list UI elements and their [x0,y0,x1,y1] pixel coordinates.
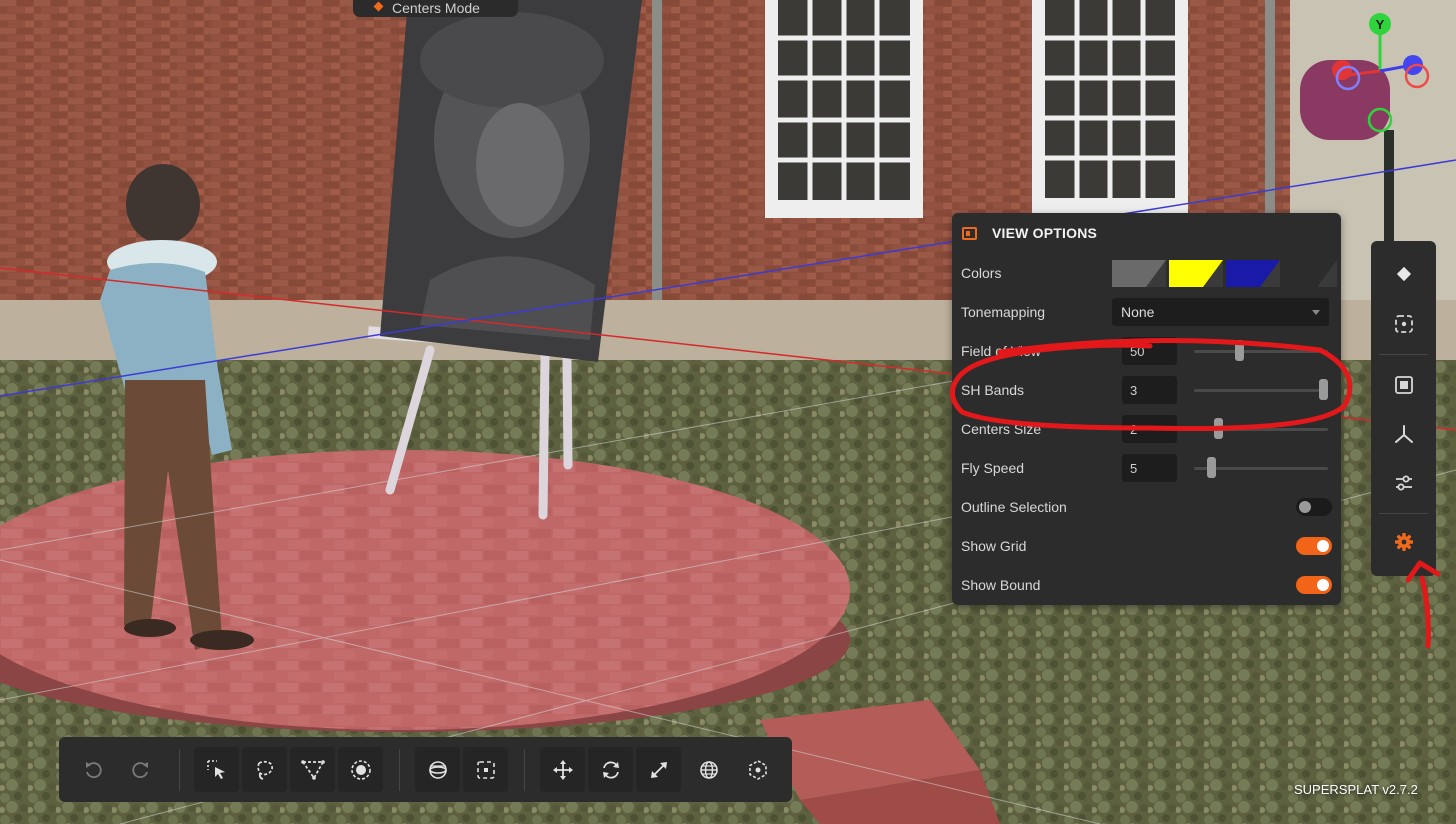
lasso-select-button[interactable] [242,747,287,792]
fly-speed-slider-thumb[interactable] [1206,457,1216,478]
brush-select-icon [350,759,371,780]
scale-icon [650,761,667,778]
show-grid-label: Show Grid [961,537,1027,554]
view-options-icon [962,226,977,240]
local-space-button[interactable] [735,747,780,792]
sphere-select-icon [428,760,447,779]
view-options-header: VIEW OPTIONS [952,213,1341,253]
centers-size-input[interactable]: 2 [1122,415,1177,443]
centers-mode-button[interactable] [1387,257,1421,291]
toolbar-divider [1379,513,1428,514]
tonemapping-select[interactable]: None [1112,298,1329,326]
toggle-knob [1299,501,1311,513]
gizmo-y-label: Y [1376,17,1385,32]
gear-icon [1395,533,1413,551]
fly-speed-label: Fly Speed [961,459,1025,476]
brush-select-button[interactable] [338,747,383,792]
row-outline-selection: Outline Selection [952,487,1341,526]
show-grid-toggle[interactable] [1296,537,1332,555]
color-swatch-locked[interactable] [1283,260,1337,287]
chevron-down-icon [1312,310,1320,315]
mode-diamond-icon [373,1,384,12]
tonemapping-value: None [1121,304,1155,320]
color-swatch-unselected[interactable] [1226,260,1280,287]
colors-label: Colors [961,264,1002,281]
color-swatches [1112,260,1337,287]
rotate-icon [602,761,619,778]
undo-icon [85,761,102,778]
tonemapping-label: Tonemapping [961,303,1046,320]
centers-size-slider-thumb[interactable] [1214,418,1223,439]
axis-gizmo[interactable]: Y [1322,8,1442,138]
row-tonemapping: Tonemapping None [952,292,1341,331]
row-show-bound: Show Bound [952,565,1341,604]
move-tool-button[interactable] [540,747,585,792]
toolbar-divider [179,749,180,791]
rotate-tool-button[interactable] [588,747,633,792]
local-space-icon [748,759,767,780]
box-select-icon [476,760,495,779]
sphere-select-button[interactable] [415,747,460,792]
fly-speed-input[interactable]: 5 [1122,454,1177,482]
camera-frame-button[interactable] [1387,417,1421,451]
row-sh-bands: SH Bands 3 [952,370,1341,409]
show-hide-splats-button[interactable] [1387,368,1421,402]
field-of-view-label: Field of View [961,342,1041,359]
sliders-icon [1396,475,1412,491]
row-colors: Colors [952,253,1341,292]
app-version: SUPERSPLAT v2.7.2 [1294,782,1418,797]
polygon-select-button[interactable] [290,747,335,792]
toolbar-divider [1379,354,1428,355]
row-show-grid: Show Grid [952,526,1341,565]
toggle-knob [1317,579,1329,591]
color-swatch-selected[interactable] [1169,260,1223,287]
view-options-panel: VIEW OPTIONS Colors Tonemapping None Fie… [952,213,1341,605]
outline-selection-toggle[interactable] [1296,498,1332,516]
sh-bands-slider[interactable] [1194,389,1328,392]
sh-bands-slider-thumb[interactable] [1319,379,1328,400]
mode-label: Centers Mode [392,0,480,16]
redo-button[interactable] [118,747,163,792]
show-bound-label: Show Bound [961,576,1041,593]
redo-icon [131,761,148,778]
box-select-button[interactable] [463,747,508,792]
field-of-view-slider[interactable] [1194,350,1328,353]
centers-size-label: Centers Size [961,420,1042,437]
outline-selection-label: Outline Selection [961,498,1067,515]
axes-icon [1395,425,1413,443]
pick-select-icon [206,759,225,779]
focus-frame-icon [1395,315,1413,333]
row-fly-speed: Fly Speed 5 [952,448,1341,487]
toggle-knob [1317,540,1329,552]
field-of-view-slider-thumb[interactable] [1235,340,1245,361]
rings-mode-button[interactable] [1387,307,1421,341]
sh-bands-input[interactable]: 3 [1122,376,1177,404]
field-of-view-input[interactable]: 50 [1122,337,1177,365]
show-bound-toggle[interactable] [1296,576,1332,594]
scale-tool-button[interactable] [636,747,681,792]
move-icon [552,759,573,780]
world-space-icon [699,760,718,779]
bottom-toolbar [59,737,792,802]
undo-button[interactable] [70,747,115,792]
gizmo-neg-y-handle[interactable] [1367,107,1393,133]
select-frame-icon [1395,376,1413,394]
row-centers-size: Centers Size 2 [952,409,1341,448]
color-panel-button[interactable] [1387,466,1421,500]
view-options-button[interactable] [1387,525,1421,559]
color-swatch-background[interactable] [1112,260,1166,287]
polygon-select-icon [300,759,325,780]
diamond-icon [1396,266,1412,282]
sh-bands-label: SH Bands [961,381,1025,398]
picker-select-button[interactable] [194,747,239,792]
panel-title: VIEW OPTIONS [992,225,1098,241]
toolbar-divider [524,749,525,791]
mode-indicator: Centers Mode [353,0,518,17]
toolbar-divider [399,749,400,791]
world-space-button[interactable] [686,747,731,792]
lasso-select-icon [256,760,273,780]
row-field-of-view: Field of View 50 [952,331,1341,370]
right-toolbar [1371,241,1436,576]
